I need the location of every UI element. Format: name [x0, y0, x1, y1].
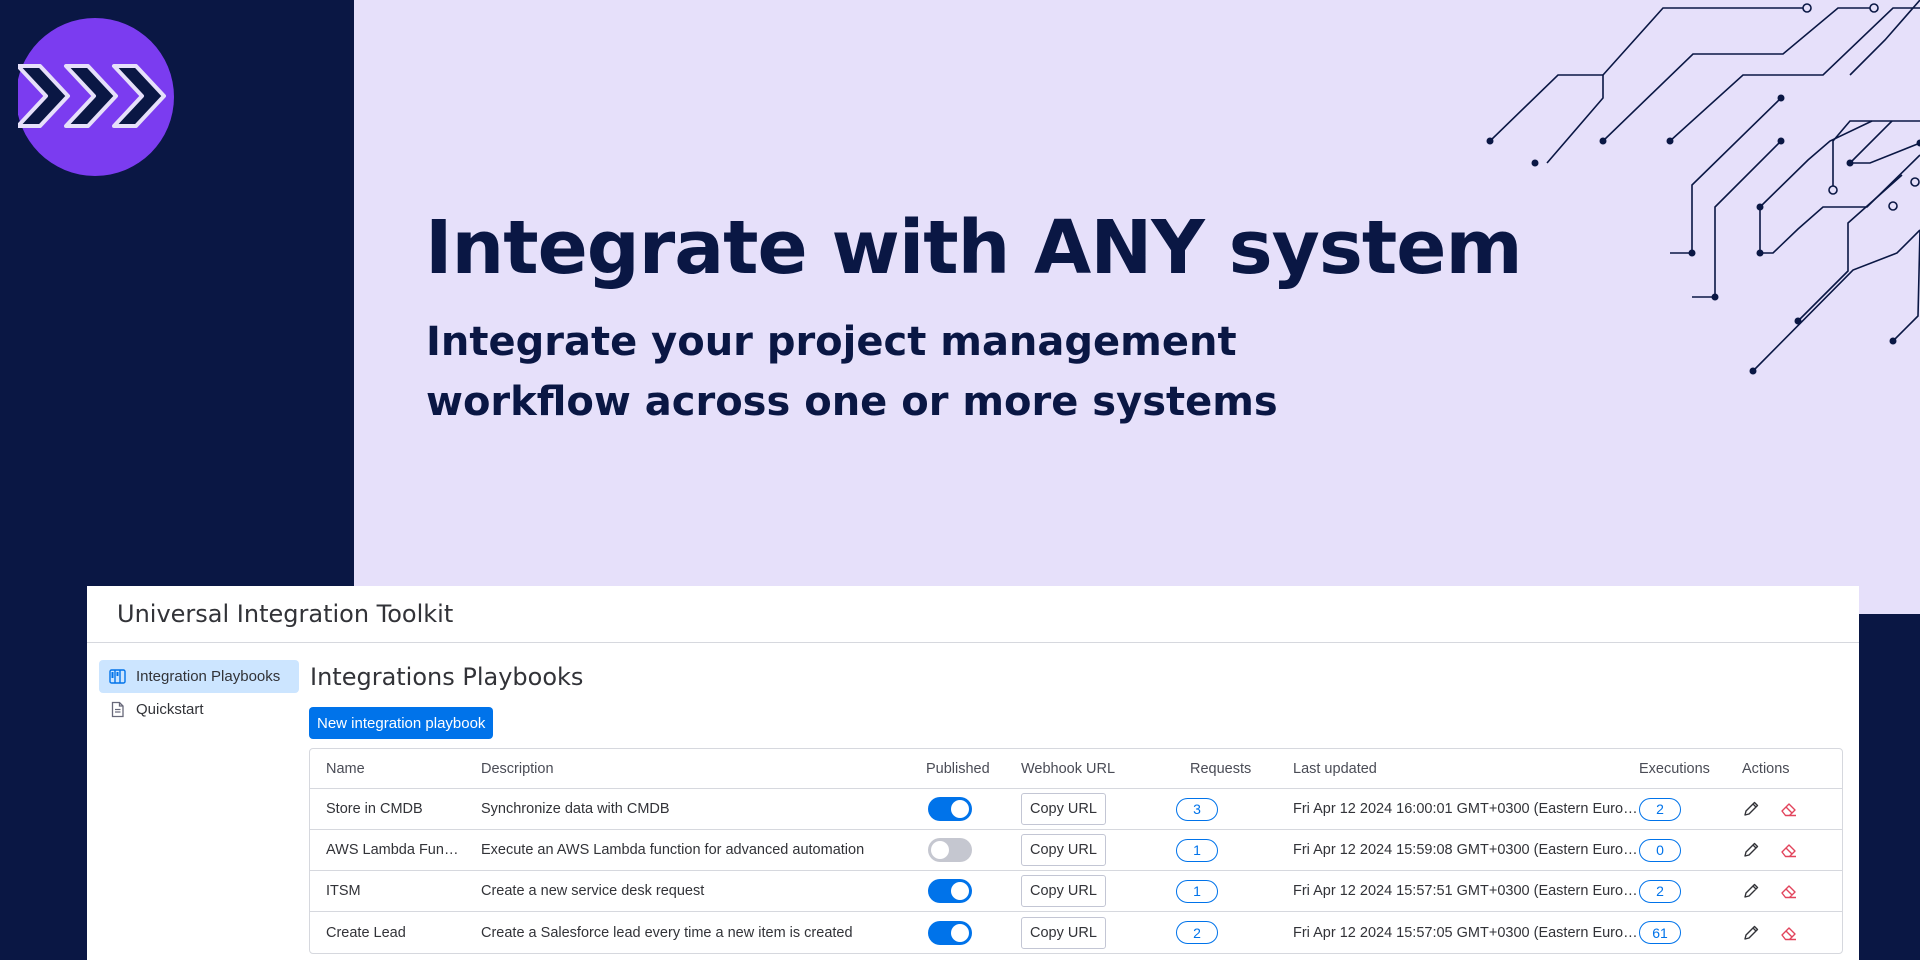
- edit-pencil-icon[interactable]: [1742, 882, 1760, 900]
- hero-subtitle: Integrate your project management workfl…: [426, 319, 1278, 425]
- table-header-row: Name Description Published Webhook URL R…: [310, 749, 1842, 789]
- row-last-updated: Fri Apr 12 2024 16:00:01 GMT+0300 (Easte…: [1293, 801, 1639, 817]
- edit-pencil-icon[interactable]: [1742, 841, 1760, 859]
- table-row: Create Lead Create a Salesforce lead eve…: [310, 912, 1842, 953]
- row-name[interactable]: ITSM: [310, 883, 465, 899]
- requests-count-badge[interactable]: 1: [1176, 879, 1218, 903]
- app-title: Universal Integration Toolkit: [117, 600, 454, 628]
- right-navy-band: [1858, 614, 1920, 960]
- app-window: Universal Integration Toolkit Integratio…: [87, 586, 1859, 960]
- sidebar-item-quickstart[interactable]: Quickstart: [99, 693, 299, 726]
- document-icon: [111, 701, 124, 718]
- hero-title: Integrate with ANY system: [425, 205, 1523, 291]
- executions-count-badge[interactable]: 2: [1639, 797, 1681, 821]
- table-row: AWS Lambda Function Execute an AWS Lambd…: [310, 830, 1842, 871]
- row-last-updated: Fri Apr 12 2024 15:59:08 GMT+0300 (Easte…: [1293, 842, 1639, 858]
- executions-count-badge[interactable]: 2: [1639, 879, 1681, 903]
- page-title: Integrations Playbooks: [310, 663, 584, 691]
- row-name[interactable]: Create Lead: [310, 925, 465, 941]
- column-header-description[interactable]: Description: [465, 761, 914, 777]
- executions-count-badge[interactable]: 61: [1639, 921, 1681, 944]
- column-header-last-updated[interactable]: Last updated: [1277, 761, 1639, 777]
- row-description: Create a Salesforce lead every time a ne…: [481, 924, 853, 941]
- published-toggle[interactable]: [928, 920, 972, 945]
- column-header-actions: Actions: [1742, 760, 1790, 777]
- sidebar-item-label: Integration Playbooks: [136, 668, 281, 685]
- playbooks-table: Name Description Published Webhook URL R…: [309, 748, 1843, 954]
- requests-count-badge[interactable]: 1: [1176, 838, 1218, 862]
- sidebar-item-label: Quickstart: [136, 701, 204, 718]
- column-header-requests[interactable]: Requests: [1174, 761, 1277, 777]
- row-last-updated: Fri Apr 12 2024 15:57:51 GMT+0300 (Easte…: [1293, 883, 1639, 899]
- table-row: ITSM Create a new service desk request C…: [310, 871, 1842, 912]
- logo-chevrons-icon: [18, 18, 174, 176]
- requests-count-badge[interactable]: 3: [1176, 797, 1218, 821]
- delete-eraser-icon[interactable]: [1780, 841, 1798, 859]
- main-content: Integrations Playbooks New integration p…: [309, 660, 1849, 954]
- row-last-updated: Fri Apr 12 2024 15:57:05 GMT+0300 (Easte…: [1293, 924, 1639, 941]
- copy-url-button[interactable]: Copy URL: [1021, 834, 1106, 866]
- sidebar-item-integration-playbooks[interactable]: Integration Playbooks: [99, 660, 299, 693]
- requests-count-badge[interactable]: 2: [1176, 921, 1218, 944]
- column-header-published[interactable]: Published: [914, 761, 1019, 777]
- table-row: Store in CMDB Synchronize data with CMDB…: [310, 789, 1842, 830]
- sidebar: Integration Playbooks Quickstart: [99, 660, 299, 726]
- row-description: Create a new service desk request: [481, 883, 705, 899]
- edit-pencil-icon[interactable]: [1742, 924, 1760, 942]
- column-header-webhook[interactable]: Webhook URL: [1019, 761, 1174, 777]
- circuit-decoration-icon: [1486, 0, 1920, 375]
- new-integration-playbook-button[interactable]: New integration playbook: [309, 707, 494, 739]
- delete-eraser-icon[interactable]: [1780, 924, 1798, 942]
- edit-pencil-icon[interactable]: [1742, 800, 1760, 818]
- executions-count-badge[interactable]: 0: [1639, 838, 1681, 862]
- column-header-name[interactable]: Name: [310, 761, 465, 777]
- copy-url-button[interactable]: Copy URL: [1021, 916, 1106, 949]
- row-description: Execute an AWS Lambda function for advan…: [481, 842, 865, 858]
- board-icon: [109, 669, 126, 684]
- row-description: Synchronize data with CMDB: [481, 801, 670, 817]
- delete-eraser-icon[interactable]: [1780, 800, 1798, 818]
- delete-eraser-icon[interactable]: [1780, 882, 1798, 900]
- app-header: Universal Integration Toolkit: [87, 586, 1859, 643]
- row-name[interactable]: AWS Lambda Function: [310, 842, 465, 858]
- row-name[interactable]: Store in CMDB: [310, 801, 465, 817]
- published-toggle[interactable]: [928, 879, 972, 903]
- published-toggle[interactable]: [928, 797, 972, 821]
- copy-url-button[interactable]: Copy URL: [1021, 875, 1106, 907]
- column-header-executions[interactable]: Executions: [1639, 761, 1742, 777]
- copy-url-button[interactable]: Copy URL: [1021, 793, 1106, 825]
- published-toggle[interactable]: [928, 838, 972, 862]
